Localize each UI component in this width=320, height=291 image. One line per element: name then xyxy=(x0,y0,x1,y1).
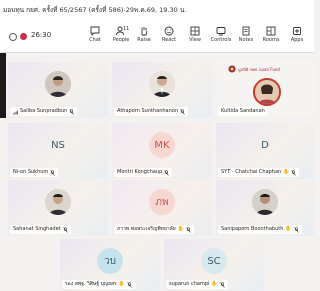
view-button[interactable]: View xyxy=(182,25,208,51)
participant-name: Kultida Sandanan xyxy=(221,108,265,114)
mic-muted-icon xyxy=(180,108,185,115)
view-icon xyxy=(190,26,200,36)
meeting-toolbar: 26:30 Chat 11 People Raise React View Co… xyxy=(0,22,314,53)
participant-tile[interactable]: SC suparun champi ✋ xyxy=(164,239,264,291)
participant-name-bar: Sahanat Singhadet xyxy=(10,225,71,234)
react-label: React xyxy=(161,37,177,43)
avatar xyxy=(45,71,71,97)
controls-button[interactable]: Controls xyxy=(208,25,234,51)
rooms-icon xyxy=(266,26,276,36)
apps-button[interactable]: Apps xyxy=(284,25,310,51)
chat-icon xyxy=(90,26,100,36)
window-titlebar: มอบทุน กยศ. ครั้งที่ 65/2567 (ครั้งที่ 5… xyxy=(0,0,314,23)
avatar: วบ xyxy=(97,248,123,274)
notes-label: Notes xyxy=(238,37,254,43)
participant-tile[interactable]: MK Montri Kongchaup xyxy=(112,123,212,179)
notes-icon xyxy=(242,26,250,36)
participant-name-bar: รอง สพฐ. วิศิษฐ์ บุญยสร ✋ xyxy=(62,280,135,289)
participant-name: Montri Kongchaup xyxy=(117,169,163,175)
controls-label: Controls xyxy=(210,37,232,43)
chat-label: Chat xyxy=(89,37,101,43)
avatar: NS xyxy=(51,139,65,151)
foundation-logo-icon xyxy=(228,65,236,73)
participant-name: รอง สพฐ. วิศิษฐ์ บุญยสร xyxy=(65,281,117,287)
active-speaker-tile[interactable]: มูลนิธิ กยศ. Loan Fund Kultida Sandanan xyxy=(216,62,314,118)
view-label: View xyxy=(189,37,201,43)
raised-hand-icon: ✋ xyxy=(283,169,290,175)
participant-name-bar: SYT - Chatchai Chaphan ✋ xyxy=(218,168,300,177)
participant-name-bar: Kultida Sandanan xyxy=(218,107,268,116)
side-panel-edge xyxy=(0,53,6,118)
mic-muted-icon xyxy=(293,226,299,233)
rooms-button[interactable]: Rooms xyxy=(258,25,284,51)
participant-tile[interactable]: Sahanat Singhadet xyxy=(8,180,108,236)
participant-tile[interactable]: D SYT - Chatchai Chaphan ✋ xyxy=(216,123,314,179)
raised-hand-icon: ✋ xyxy=(285,226,292,232)
participant-name-bar: ภาวพ พ่อพระเจริญพิทยาลัย ✋ xyxy=(114,225,194,234)
participant-tile[interactable]: Saliba Sunpradbun xyxy=(8,62,108,118)
participant-tile[interactable]: Sanipaporn Boonthabuth ✋ xyxy=(216,180,314,236)
controls-icon xyxy=(216,27,226,36)
avatar xyxy=(252,189,278,215)
people-count: 11 xyxy=(123,26,130,32)
avatar: ภพ xyxy=(149,189,175,215)
participant-name: Ni-on Sukhum xyxy=(13,169,49,175)
avatar: SC xyxy=(201,248,227,274)
raised-hand-icon: ✋ xyxy=(211,281,218,287)
mic-muted-icon xyxy=(164,169,170,176)
raised-hand-icon: ✋ xyxy=(177,226,184,232)
notes-button[interactable]: Notes xyxy=(233,25,259,51)
participant-name: ภาวพ พ่อพระเจริญพิทยาลัย xyxy=(117,226,176,232)
participant-name-bar: Sanipaporn Boonthabuth ✋ xyxy=(218,225,302,234)
avatar xyxy=(45,189,71,215)
participant-name-bar: Ni-on Sukhum xyxy=(10,168,59,177)
avatar: D xyxy=(261,139,269,151)
meeting-title: มอบทุน กยศ. ครั้งที่ 65/2567 (ครั้งที่ 5… xyxy=(3,6,187,14)
chat-button[interactable]: Chat xyxy=(82,25,108,51)
rooms-label: Rooms xyxy=(262,37,280,43)
participant-name: Athaporn Sunthanhanon xyxy=(117,108,178,114)
raise-hand-icon xyxy=(141,27,148,36)
avatar: MK xyxy=(149,132,175,158)
participant-name: SYT - Chatchai Chaphan xyxy=(221,169,282,175)
participant-tile[interactable]: Athaporn Sunthanhanon xyxy=(112,62,212,118)
participant-tile[interactable]: ภพ ภาวพ พ่อพระเจริญพิทยาลัย ✋ xyxy=(112,180,212,236)
mic-muted-icon xyxy=(50,169,56,176)
avatar xyxy=(149,71,175,97)
mic-muted-icon xyxy=(127,281,132,288)
apps-icon xyxy=(293,27,301,35)
participant-name-bar: suparun champi ✋ xyxy=(166,280,228,289)
react-icon xyxy=(164,26,174,36)
participant-name: Sahanat Singhadet xyxy=(13,226,61,232)
mic-muted-icon xyxy=(62,226,68,233)
participant-name-bar: Montri Kongchaup xyxy=(114,168,173,177)
avatar xyxy=(253,78,281,106)
mic-muted-icon xyxy=(291,169,297,176)
participant-tile[interactable]: NS Ni-on Sukhum xyxy=(8,123,108,179)
recording-indicator-icon xyxy=(20,33,27,40)
mic-muted-icon xyxy=(186,226,191,233)
meeting-timer: 26:30 xyxy=(31,31,52,39)
participant-name: suparun champi xyxy=(169,281,210,287)
raised-hand-icon: ✋ xyxy=(118,281,125,287)
participant-name-bar: Athaporn Sunthanhanon xyxy=(114,107,188,116)
participant-tile[interactable]: วบ รอง สพฐ. วิศิษฐ์ บุญยสร ✋ xyxy=(60,239,160,291)
react-button[interactable]: React xyxy=(156,25,182,51)
raise-label: Raise xyxy=(137,37,151,43)
mic-muted-icon xyxy=(219,281,225,288)
raise-hand-button[interactable]: Raise xyxy=(131,25,157,51)
signal-icon xyxy=(13,110,18,114)
participant-name-bar: Saliba Sunpradbun xyxy=(10,107,78,116)
mic-muted-icon xyxy=(69,108,75,115)
record-toggle-icon[interactable] xyxy=(9,33,17,41)
foundation-logo-text: มูลนิธิ กยศ. Loan Fund xyxy=(238,67,280,72)
apps-label: Apps xyxy=(290,37,304,43)
participant-name: Saliba Sunpradbun xyxy=(20,108,68,114)
participant-name: Sanipaporn Boonthabuth xyxy=(221,226,284,232)
